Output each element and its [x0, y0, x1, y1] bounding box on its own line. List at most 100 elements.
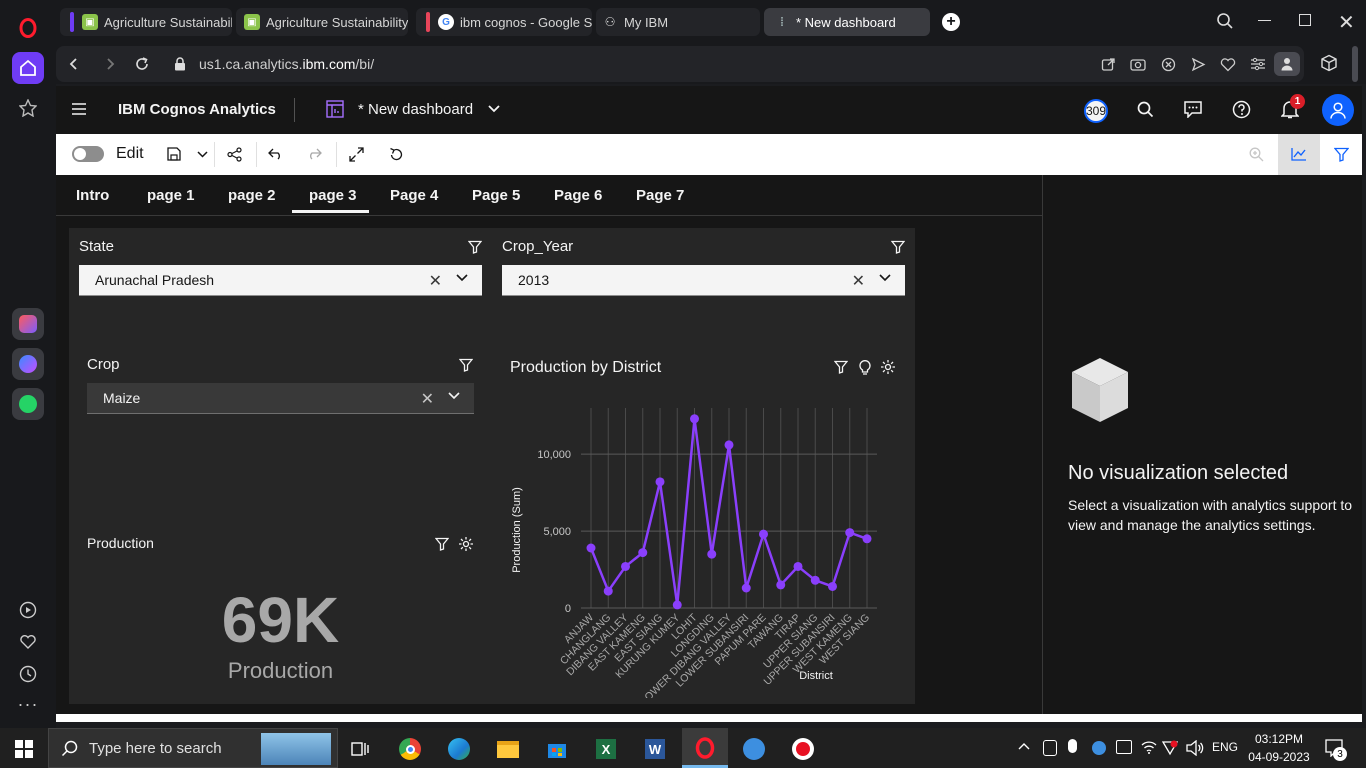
browser-tab[interactable]: G ibm cognos - Google Sear	[416, 8, 592, 36]
clear-icon[interactable]: ✕	[421, 389, 434, 409]
lock-icon[interactable]	[172, 56, 188, 72]
url-field[interactable]: us1.ca.analytics.ibm.com/bi/	[56, 46, 1304, 82]
language-indicator[interactable]: ENG	[1212, 740, 1238, 754]
aria-icon[interactable]	[12, 308, 44, 340]
zoom-icon[interactable]	[1246, 144, 1266, 164]
opera-logo-icon[interactable]	[12, 12, 44, 44]
chat-icon[interactable]	[1184, 101, 1202, 118]
crop-year-select[interactable]: 2013 ✕	[502, 265, 905, 296]
favorite-heart-icon[interactable]	[1220, 56, 1236, 72]
browser-tab[interactable]: ▣ Agriculture Sustainability	[60, 8, 232, 36]
dashboard-title[interactable]: * New dashboard	[358, 101, 473, 118]
data-point[interactable]	[862, 534, 872, 544]
tab-page-1[interactable]: page 1	[147, 187, 195, 204]
record-icon[interactable]	[785, 734, 821, 764]
send-icon[interactable]	[1190, 56, 1206, 72]
browser-tab[interactable]: ▣ Agriculture Sustainability	[236, 8, 408, 36]
chevron-down-icon[interactable]	[488, 105, 500, 113]
save-icon[interactable]	[164, 144, 184, 164]
task-view-icon[interactable]	[342, 734, 378, 764]
tab-intro[interactable]: Intro	[76, 187, 109, 204]
excel-icon[interactable]: X	[588, 734, 624, 764]
user-avatar[interactable]	[1322, 94, 1354, 126]
chrome-icon[interactable]	[392, 734, 428, 764]
browser-tab[interactable]: ⚇ My IBM	[596, 8, 760, 36]
forward-icon[interactable]	[102, 56, 118, 72]
data-point[interactable]	[638, 548, 648, 558]
whatsapp-icon[interactable]	[12, 388, 44, 420]
tray-chevron-up-icon[interactable]	[1018, 742, 1030, 750]
filter-icon[interactable]	[435, 537, 449, 551]
filter-icon[interactable]	[459, 358, 473, 372]
settings-icon[interactable]	[458, 536, 474, 552]
clock-time[interactable]: 03:12PM	[1247, 732, 1311, 746]
share-icon[interactable]	[1100, 56, 1116, 72]
help-icon[interactable]	[1232, 100, 1251, 119]
filter-icon[interactable]	[1331, 144, 1351, 164]
tray-display-icon[interactable]	[1116, 740, 1132, 754]
microphone-icon[interactable]	[1068, 739, 1077, 753]
clear-icon[interactable]: ✕	[852, 271, 865, 291]
windows-start-icon[interactable]	[6, 734, 42, 764]
network-warning-icon[interactable]	[1162, 740, 1178, 756]
filter-icon[interactable]	[468, 240, 482, 254]
hamburger-menu-icon[interactable]	[72, 103, 86, 115]
messenger-icon[interactable]	[12, 348, 44, 380]
scrollbar-thumb[interactable]	[1352, 46, 1358, 82]
back-icon[interactable]	[66, 56, 82, 72]
data-point[interactable]	[810, 575, 820, 585]
undo-icon[interactable]	[265, 144, 285, 164]
insights-bulb-icon[interactable]	[858, 359, 872, 375]
fullscreen-icon[interactable]	[346, 144, 366, 164]
edge-icon[interactable]	[441, 734, 477, 764]
volume-icon[interactable]	[1186, 740, 1204, 756]
history-icon[interactable]	[12, 658, 44, 690]
settings-icon[interactable]	[880, 359, 896, 375]
browser-tab-active[interactable]: ⁞ * New dashboard	[764, 8, 930, 36]
tab-page-5[interactable]: Page 5	[472, 187, 520, 204]
adblock-icon[interactable]	[1160, 56, 1176, 72]
data-point[interactable]	[793, 561, 803, 571]
tab-search-icon[interactable]	[1216, 12, 1234, 30]
chevron-down-icon[interactable]	[879, 274, 891, 282]
data-point[interactable]	[707, 549, 717, 559]
crop-select[interactable]: Maize ✕	[87, 383, 474, 414]
data-point[interactable]	[655, 477, 665, 487]
word-icon[interactable]: W	[637, 734, 673, 764]
maximize-icon[interactable]	[1299, 14, 1311, 26]
filter-icon[interactable]	[834, 360, 848, 374]
production-line-chart[interactable]: 0 5,000 10,000 ANJAWCHANGLANGDIBANG VALLEY…	[499, 388, 909, 698]
tray-device-icon[interactable]	[1043, 740, 1057, 756]
tab-page-4[interactable]: Page 4	[390, 187, 438, 204]
data-point[interactable]	[759, 529, 768, 539]
bookmarks-icon[interactable]	[12, 92, 44, 124]
store-icon[interactable]	[539, 734, 575, 764]
close-window-icon[interactable]: ✕	[1338, 10, 1355, 35]
data-point[interactable]	[776, 580, 786, 590]
filter-icon[interactable]	[891, 240, 905, 254]
user-badge[interactable]: 309	[1084, 99, 1108, 123]
chevron-down-icon[interactable]	[448, 392, 460, 400]
reload-icon[interactable]	[134, 56, 150, 72]
easy-setup-icon[interactable]	[1250, 56, 1266, 72]
clear-icon[interactable]: ✕	[429, 271, 442, 291]
data-point[interactable]	[690, 414, 699, 424]
redo-icon[interactable]	[304, 144, 324, 164]
chevron-down-icon[interactable]	[456, 274, 468, 282]
minimize-icon[interactable]	[1258, 20, 1271, 21]
app-blue-circle-icon[interactable]	[736, 734, 772, 764]
player-icon[interactable]	[12, 594, 44, 626]
tab-page-3[interactable]: page 3	[309, 187, 357, 204]
camera-icon[interactable]	[1130, 56, 1146, 72]
new-tab-icon[interactable]: +	[942, 13, 960, 31]
share-icon[interactable]	[224, 144, 244, 164]
data-point[interactable]	[603, 586, 613, 596]
heart-icon[interactable]	[12, 626, 44, 658]
tab-page-7[interactable]: Page 7	[636, 187, 684, 204]
more-icon[interactable]: ···	[12, 688, 44, 720]
analytics-panel-button[interactable]	[1278, 134, 1320, 175]
data-point[interactable]	[672, 600, 682, 610]
state-select[interactable]: Arunachal Pradesh ✕	[79, 265, 482, 296]
file-explorer-icon[interactable]	[490, 734, 526, 764]
home-icon[interactable]	[12, 52, 44, 84]
